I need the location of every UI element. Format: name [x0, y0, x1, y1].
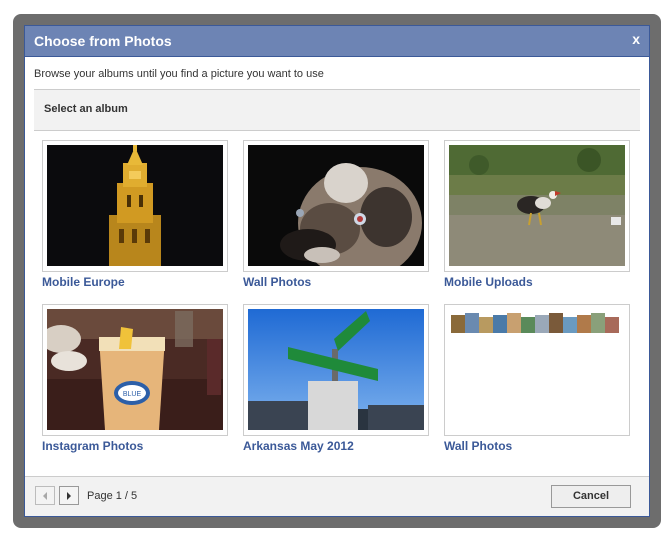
album-thumbnail-image — [248, 145, 424, 266]
album-thumbnail-image — [449, 309, 625, 430]
svg-text:BLUE: BLUE — [123, 391, 142, 398]
dialog-titlebar: Choose from Photos x — [25, 26, 649, 57]
page-indicator: Page 1 / 5 — [87, 490, 138, 502]
album-label[interactable]: Arkansas May 2012 — [243, 439, 354, 453]
album-section-header: Select an album — [34, 89, 640, 131]
album-label[interactable]: Mobile Europe — [42, 275, 125, 289]
album-thumbnail-frame — [444, 304, 630, 436]
album-thumbnail-frame: BLUE — [42, 304, 228, 436]
album-label[interactable]: Wall Photos — [243, 275, 311, 289]
album-thumbnail-frame — [42, 140, 228, 272]
cancel-button[interactable]: Cancel — [551, 485, 631, 508]
album-thumbnail-image — [449, 145, 625, 266]
album-thumbnail-image: BLUE — [47, 309, 223, 430]
album-card-instagram-photos[interactable]: BLUE Instagram Photos — [42, 304, 228, 454]
close-icon[interactable]: x — [632, 31, 640, 47]
album-label[interactable]: Instagram Photos — [42, 439, 143, 453]
album-label[interactable]: Wall Photos — [444, 439, 512, 453]
album-thumbnail-frame — [243, 140, 429, 272]
next-page-button[interactable] — [59, 486, 79, 505]
album-card-mobile-europe[interactable]: Mobile Europe — [42, 140, 228, 290]
album-section-title: Select an album — [44, 103, 128, 115]
album-card-arkansas-may-2012[interactable]: Arkansas May 2012 — [243, 304, 429, 454]
album-thumbnail-image — [248, 309, 424, 430]
choose-photos-dialog: Choose from Photos x Browse your albums … — [24, 25, 650, 517]
album-card-wall-photos-2[interactable]: Wall Photos — [444, 304, 630, 454]
dialog-footer: Page 1 / 5 Cancel — [25, 476, 649, 516]
album-card-wall-photos[interactable]: Wall Photos — [243, 140, 429, 290]
dialog-instructions: Browse your albums until you find a pict… — [34, 68, 324, 80]
chevron-left-icon — [43, 492, 47, 500]
dialog-title: Choose from Photos — [34, 33, 172, 49]
album-thumbnail-image — [47, 145, 223, 266]
chevron-right-icon — [67, 492, 71, 500]
album-thumbnail-frame — [444, 140, 630, 272]
album-label[interactable]: Mobile Uploads — [444, 275, 533, 289]
album-thumbnail-frame — [243, 304, 429, 436]
album-card-mobile-uploads[interactable]: Mobile Uploads — [444, 140, 630, 290]
previous-page-button[interactable] — [35, 486, 55, 505]
